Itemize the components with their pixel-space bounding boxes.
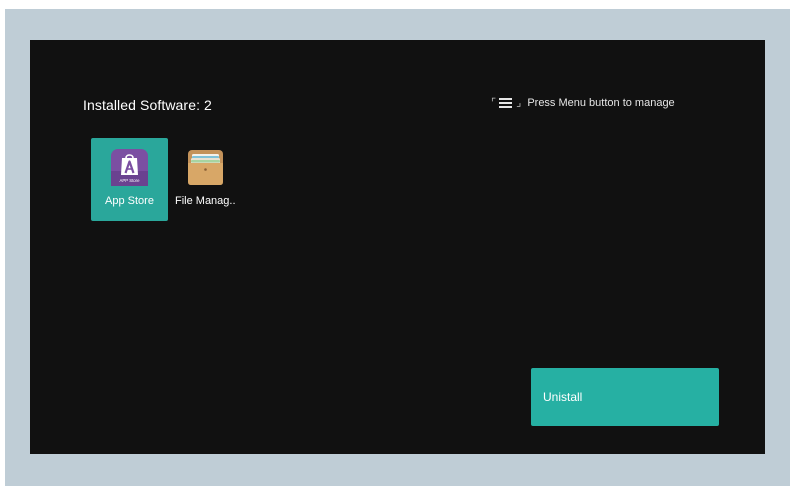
installed-software-count: Installed Software: 2 bbox=[83, 97, 212, 113]
folder-icon bbox=[188, 150, 223, 185]
app-label-app-store: App Store bbox=[105, 195, 154, 207]
menu-hint: ⌜ ⌟ Press Menu button to manage bbox=[491, 97, 675, 109]
menu-hint-text: Press Menu button to manage bbox=[527, 97, 675, 109]
app-tile-app-store[interactable]: APP Store App Store bbox=[91, 138, 168, 221]
menu-icon bbox=[499, 97, 513, 109]
app-tile-file-manager[interactable]: File Manag.. bbox=[171, 138, 248, 221]
app-store-icon-caption: APP Store bbox=[120, 178, 141, 183]
app-store-icon: APP Store bbox=[111, 149, 148, 186]
bracket-left-icon: ⌜ bbox=[491, 97, 497, 109]
bracket-right-icon: ⌟ bbox=[516, 97, 522, 109]
uninstall-button[interactable]: Unistall bbox=[531, 368, 719, 426]
app-label-file-manager: File Manag.. bbox=[175, 195, 236, 207]
tv-screen: Installed Software: 2 ⌜ ⌟ Press Menu but… bbox=[30, 40, 765, 454]
